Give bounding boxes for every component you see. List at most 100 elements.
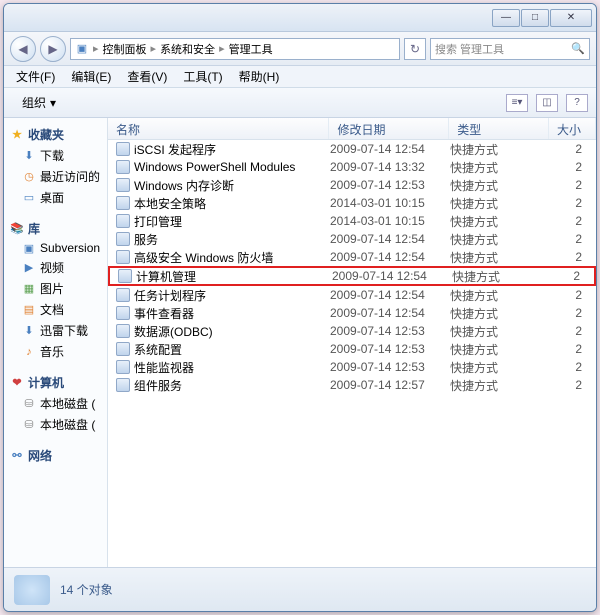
file-row[interactable]: 事件查看器2009-07-14 12:54快捷方式2 xyxy=(108,304,596,322)
shortcut-icon xyxy=(116,178,130,192)
file-size: 2 xyxy=(550,214,596,228)
file-type: 快捷方式 xyxy=(450,231,550,248)
column-size[interactable]: 大小 xyxy=(549,118,596,139)
file-row[interactable]: 高级安全 Windows 防火墙2009-07-14 12:54快捷方式2 xyxy=(108,248,596,266)
file-date: 2014-03-01 10:15 xyxy=(330,196,450,210)
toolbar: 组织 ▾ ≡▾ ◫ ? xyxy=(4,88,596,118)
sidebar-item-disk-d[interactable]: ⛁本地磁盘 ( xyxy=(4,414,107,435)
help-button[interactable]: ? xyxy=(566,94,588,112)
status-bar: 14 个对象 xyxy=(4,567,596,611)
breadcrumb[interactable]: 管理工具 xyxy=(229,41,273,57)
status-text: 14 个对象 xyxy=(60,581,113,598)
file-row[interactable]: 本地安全策略2014-03-01 10:15快捷方式2 xyxy=(108,194,596,212)
chevron-right-icon[interactable]: ▸ xyxy=(219,42,225,55)
file-date: 2009-07-14 12:53 xyxy=(330,324,450,338)
menu-view[interactable]: 查看(V) xyxy=(121,66,173,87)
file-type: 快捷方式 xyxy=(450,249,550,266)
sidebar-item-subversion[interactable]: ▣Subversion xyxy=(4,239,107,257)
preview-pane-button[interactable]: ◫ xyxy=(536,94,558,112)
file-row[interactable]: 系统配置2009-07-14 12:53快捷方式2 xyxy=(108,340,596,358)
file-date: 2009-07-14 12:53 xyxy=(330,360,450,374)
file-list[interactable]: iSCSI 发起程序2009-07-14 12:54快捷方式2Windows P… xyxy=(108,140,596,567)
file-row[interactable]: 服务2009-07-14 12:54快捷方式2 xyxy=(108,230,596,248)
refresh-button[interactable]: ↻ xyxy=(404,38,426,60)
file-date: 2009-07-14 12:53 xyxy=(330,178,450,192)
sidebar-favorites[interactable]: ★收藏夹 xyxy=(4,124,107,145)
sidebar-item-desktop[interactable]: ▭桌面 xyxy=(4,187,107,208)
file-name: 高级安全 Windows 防火墙 xyxy=(134,249,273,266)
breadcrumb[interactable]: 控制面板 xyxy=(103,41,147,57)
file-name: 组件服务 xyxy=(134,377,182,394)
file-size: 2 xyxy=(550,288,596,302)
column-date[interactable]: 修改日期 xyxy=(329,118,449,139)
shortcut-icon xyxy=(116,342,130,356)
desktop-icon: ▭ xyxy=(22,191,36,205)
maximize-button[interactable]: □ xyxy=(521,9,549,27)
shortcut-icon xyxy=(116,232,130,246)
disk-icon: ⛁ xyxy=(22,418,36,432)
content-area: ★收藏夹 ⬇下载 ◷最近访问的 ▭桌面 📚库 ▣Subversion ▶视频 ▦… xyxy=(4,118,596,567)
menu-bar: 文件(F) 编辑(E) 查看(V) 工具(T) 帮助(H) xyxy=(4,66,596,88)
menu-tools[interactable]: 工具(T) xyxy=(177,66,228,87)
file-name: iSCSI 发起程序 xyxy=(134,141,216,158)
navigation-bar: ◀ ▶ ▣ ▸ 控制面板 ▸ 系统和安全 ▸ 管理工具 ↻ 搜索 管理工具 🔍 xyxy=(4,32,596,66)
file-type: 快捷方式 xyxy=(450,305,550,322)
file-row[interactable]: 组件服务2009-07-14 12:57快捷方式2 xyxy=(108,376,596,394)
close-button[interactable]: ✕ xyxy=(550,9,592,27)
search-placeholder: 搜索 管理工具 xyxy=(435,41,504,57)
menu-help[interactable]: 帮助(H) xyxy=(233,66,286,87)
sidebar-item-documents[interactable]: ▤文档 xyxy=(4,299,107,320)
navigation-pane[interactable]: ★收藏夹 ⬇下载 ◷最近访问的 ▭桌面 📚库 ▣Subversion ▶视频 ▦… xyxy=(4,118,108,567)
search-input[interactable]: 搜索 管理工具 🔍 xyxy=(430,38,590,60)
shortcut-icon xyxy=(116,196,130,210)
video-icon: ▶ xyxy=(22,261,36,275)
status-icon xyxy=(14,575,50,605)
file-row[interactable]: iSCSI 发起程序2009-07-14 12:54快捷方式2 xyxy=(108,140,596,158)
file-type: 快捷方式 xyxy=(450,359,550,376)
file-row[interactable]: 打印管理2014-03-01 10:15快捷方式2 xyxy=(108,212,596,230)
file-row[interactable]: 计算机管理2009-07-14 12:54快捷方式2 xyxy=(108,266,596,286)
heart-icon: ❤ xyxy=(10,376,24,390)
organize-button[interactable]: 组织 ▾ xyxy=(12,91,66,114)
forward-button[interactable]: ▶ xyxy=(40,36,66,62)
file-type: 快捷方式 xyxy=(450,159,550,176)
file-row[interactable]: 性能监视器2009-07-14 12:53快捷方式2 xyxy=(108,358,596,376)
chevron-right-icon[interactable]: ▸ xyxy=(151,42,157,55)
file-row[interactable]: 任务计划程序2009-07-14 12:54快捷方式2 xyxy=(108,286,596,304)
breadcrumb[interactable]: 系统和安全 xyxy=(160,41,215,57)
explorer-window: — □ ✕ ◀ ▶ ▣ ▸ 控制面板 ▸ 系统和安全 ▸ 管理工具 ↻ 搜索 管… xyxy=(3,3,597,612)
file-size: 2 xyxy=(550,196,596,210)
menu-edit[interactable]: 编辑(E) xyxy=(65,66,117,87)
sidebar-item-disk-c[interactable]: ⛁本地磁盘 ( xyxy=(4,393,107,414)
file-size: 2 xyxy=(550,342,596,356)
shortcut-icon xyxy=(116,160,130,174)
sidebar-item-xunlei[interactable]: ⬇迅雷下载 xyxy=(4,320,107,341)
shortcut-icon xyxy=(116,378,130,392)
address-bar[interactable]: ▣ ▸ 控制面板 ▸ 系统和安全 ▸ 管理工具 xyxy=(70,38,400,60)
search-icon[interactable]: 🔍 xyxy=(571,42,585,55)
titlebar[interactable]: — □ ✕ xyxy=(4,4,596,32)
view-mode-button[interactable]: ≡▾ xyxy=(506,94,528,112)
file-row[interactable]: 数据源(ODBC)2009-07-14 12:53快捷方式2 xyxy=(108,322,596,340)
sidebar-item-videos[interactable]: ▶视频 xyxy=(4,257,107,278)
minimize-button[interactable]: — xyxy=(492,9,520,27)
column-name[interactable]: 名称 xyxy=(108,118,329,139)
chevron-right-icon[interactable]: ▸ xyxy=(93,42,99,55)
sidebar-computer[interactable]: ❤计算机 xyxy=(4,372,107,393)
menu-file[interactable]: 文件(F) xyxy=(10,66,61,87)
back-button[interactable]: ◀ xyxy=(10,36,36,62)
sidebar-item-music[interactable]: ♪音乐 xyxy=(4,341,107,362)
sidebar-item-pictures[interactable]: ▦图片 xyxy=(4,278,107,299)
file-date: 2009-07-14 12:54 xyxy=(330,288,450,302)
sidebar-network[interactable]: ⚯网络 xyxy=(4,445,107,466)
file-name: 本地安全策略 xyxy=(134,195,206,212)
shortcut-icon xyxy=(116,250,130,264)
sidebar-item-recent[interactable]: ◷最近访问的 xyxy=(4,166,107,187)
sidebar-item-downloads[interactable]: ⬇下载 xyxy=(4,145,107,166)
file-row[interactable]: Windows PowerShell Modules2009-07-14 13:… xyxy=(108,158,596,176)
column-type[interactable]: 类型 xyxy=(449,118,549,139)
file-size: 2 xyxy=(550,178,596,192)
sidebar-libraries[interactable]: 📚库 xyxy=(4,218,107,239)
file-row[interactable]: Windows 内存诊断2009-07-14 12:53快捷方式2 xyxy=(108,176,596,194)
file-size: 2 xyxy=(550,160,596,174)
